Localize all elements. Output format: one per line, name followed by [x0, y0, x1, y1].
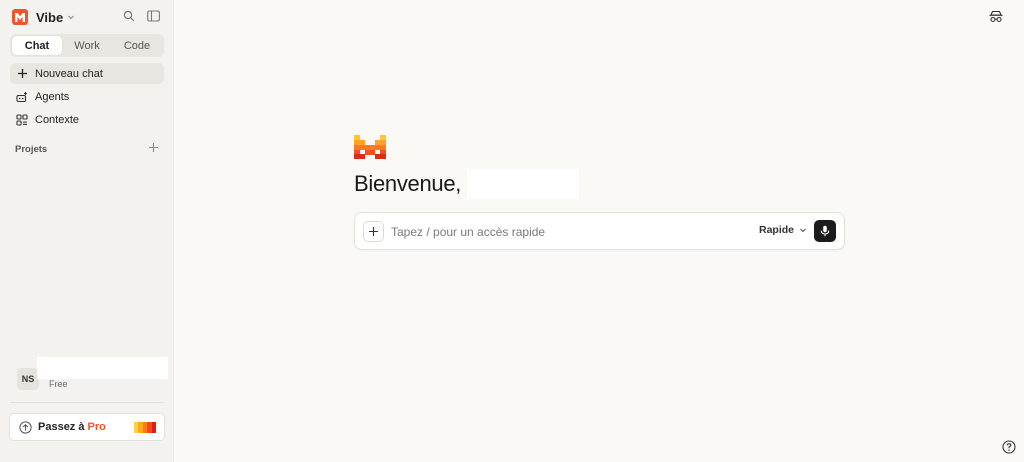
avatar: NS — [17, 368, 39, 390]
help-icon[interactable] — [1002, 440, 1016, 454]
workspace-name: Vibe — [36, 9, 64, 25]
attach-button[interactable] — [363, 221, 384, 242]
plus-icon — [16, 68, 28, 80]
chevron-down-icon — [799, 226, 808, 235]
message-input[interactable] — [391, 222, 741, 241]
incognito-icon[interactable] — [988, 9, 1004, 25]
sidebar-item-label: Agents — [35, 90, 70, 103]
welcome-heading: Bienvenue, — [354, 169, 580, 199]
brand-logo-icon — [12, 9, 28, 25]
brand-hero-logo-icon — [354, 135, 386, 159]
user-name-redacted — [37, 357, 168, 379]
app-window: Vibe Chat Work Code Nouveau chat Agents … — [0, 0, 1024, 462]
sidebar-item-context[interactable]: Contexte — [10, 109, 164, 130]
welcome-name-redacted — [467, 169, 580, 199]
sidebar-item-agents[interactable]: Agents — [10, 86, 164, 107]
search-icon[interactable] — [122, 9, 136, 23]
mode-tabs: Chat Work Code — [10, 34, 164, 57]
upgrade-arrow-icon — [19, 420, 32, 434]
main-content: Bienvenue, Rapide — [174, 0, 1024, 462]
microphone-icon — [820, 225, 830, 237]
chat-composer: Rapide — [354, 212, 845, 250]
sidebar-item-label: Nouveau chat — [35, 67, 103, 80]
add-project-icon[interactable] — [148, 142, 159, 156]
projects-section-header: Projets — [15, 142, 159, 156]
tab-work[interactable]: Work — [62, 36, 112, 55]
divider — [10, 402, 164, 403]
voice-input-button[interactable] — [814, 220, 836, 242]
user-account[interactable]: NS Free — [17, 357, 168, 390]
tab-chat[interactable]: Chat — [12, 36, 62, 55]
sidebar-item-label: Contexte — [35, 113, 80, 126]
context-icon — [16, 113, 28, 126]
sidebar-toggle-icon[interactable] — [146, 9, 160, 23]
model-mode-label: Rapide — [759, 224, 795, 236]
pro-badge-icon — [134, 422, 157, 433]
sidebar-actions — [122, 9, 160, 23]
sidebar-item-new-chat[interactable]: Nouveau chat — [10, 63, 164, 84]
model-mode-select[interactable]: Rapide — [759, 224, 808, 236]
user-plan: Free — [49, 379, 68, 389]
agents-icon — [16, 91, 28, 103]
upgrade-pro-button[interactable]: Passez à Pro — [9, 413, 165, 441]
workspace-switcher[interactable]: Vibe — [12, 8, 162, 26]
sidebar: Vibe Chat Work Code Nouveau chat Agents … — [0, 0, 174, 462]
projects-label: Projets — [15, 143, 48, 155]
upgrade-highlight: Pro — [87, 421, 106, 433]
welcome-text: Bienvenue, — [354, 171, 462, 196]
chevron-down-icon — [67, 12, 77, 22]
tab-code[interactable]: Code — [112, 36, 162, 55]
upgrade-label: Passez à — [38, 421, 85, 433]
